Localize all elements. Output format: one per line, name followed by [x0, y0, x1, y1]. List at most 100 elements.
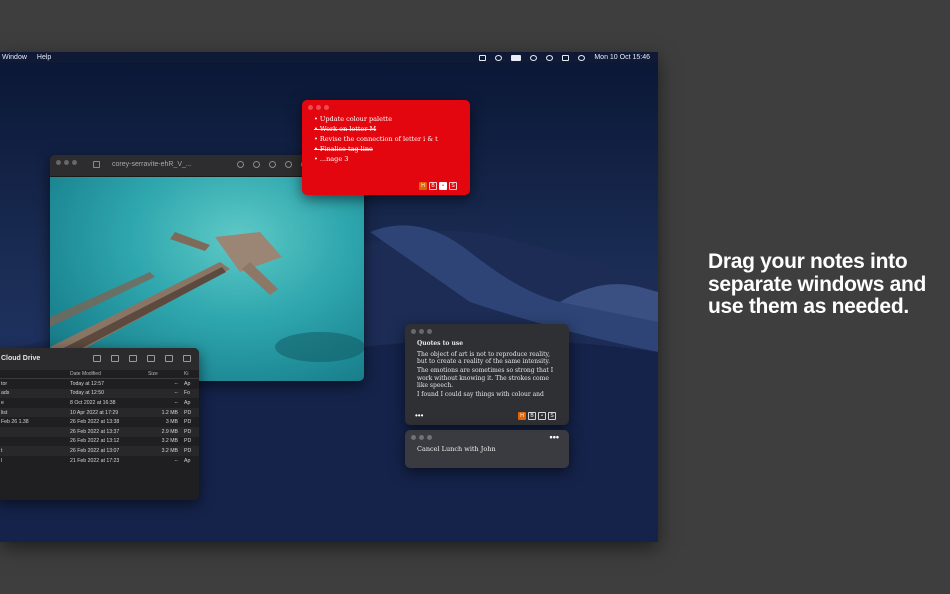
file-row[interactable]: t 26 Feb 2022 at 13:07 3.2 MB PD: [0, 446, 199, 456]
col-kind[interactable]: Ki: [184, 371, 198, 377]
col-date[interactable]: Date Modified: [70, 371, 148, 377]
file-date: 26 Feb 2022 at 13:37: [70, 428, 120, 435]
file-name: e: [1, 399, 4, 406]
tag-icon[interactable]: [147, 355, 155, 362]
finder-toolbar[interactable]: Cloud Drive: [0, 348, 199, 370]
file-row[interactable]: ads Today at 12:50 -- Fo: [0, 388, 199, 399]
note-body[interactable]: Quotes to use The object of art is not t…: [417, 340, 561, 400]
file-row[interactable]: l 21 Feb 2022 at 17:23 -- Ap: [0, 456, 199, 466]
todo-item[interactable]: Work on letter M: [314, 124, 438, 134]
more-icon[interactable]: [165, 355, 173, 362]
minimize-button[interactable]: [419, 435, 424, 440]
file-kind: Ap: [184, 380, 191, 387]
zoom-button[interactable]: [427, 329, 432, 334]
file-name: Feb 26 1.38: [1, 419, 29, 426]
heading-button[interactable]: H: [518, 412, 526, 420]
file-name: tor: [1, 380, 8, 387]
menu-help[interactable]: Help: [37, 54, 51, 61]
more-options-icon[interactable]: •••: [415, 411, 423, 420]
zoom-button[interactable]: [72, 160, 77, 165]
preview-title: corey-serravite-ehR_V_...: [112, 161, 192, 168]
sidebar-toggle-icon[interactable]: [93, 161, 100, 168]
file-list: tor Today at 12:57 -- Ap ads Today at 12:50 --…: [0, 379, 199, 465]
info-icon[interactable]: [237, 161, 244, 168]
file-kind: PD: [184, 409, 192, 416]
note-text[interactable]: Cancel Lunch with John: [417, 445, 496, 453]
todo-item[interactable]: Update colour palette: [314, 114, 438, 124]
strikethrough-button[interactable]: S: [449, 182, 457, 190]
column-header: Date Modified Size Ki: [0, 370, 199, 379]
quote-paragraph: I found I could say things with colour a…: [417, 391, 544, 398]
file-kind: PD: [184, 447, 192, 454]
red-sticky-note[interactable]: Update colour palette Work on letter M R…: [302, 100, 470, 195]
file-row[interactable]: tor Today at 12:57 -- Ap: [0, 379, 199, 389]
siri-icon[interactable]: [578, 54, 586, 61]
quotes-sticky-note[interactable]: Quotes to use The object of art is not t…: [405, 324, 569, 425]
file-date: 8 Oct 2022 at 16:38: [70, 399, 116, 406]
marketing-caption: Drag your notes into separate windows an…: [708, 250, 927, 318]
close-button[interactable]: [411, 435, 416, 440]
list-view-icon[interactable]: [93, 355, 101, 362]
lunch-sticky-note[interactable]: ••• Cancel Lunch with John: [405, 430, 569, 468]
file-row[interactable]: list 10 Apr 2022 at 17:29 1.2 MB PD: [0, 407, 199, 418]
share-icon[interactable]: [129, 355, 137, 362]
file-size: --: [174, 390, 178, 397]
bullet-button[interactable]: •: [538, 412, 546, 420]
more-options-icon[interactable]: •••: [550, 432, 559, 442]
format-toolbar: H B • S: [419, 182, 457, 190]
note-icon[interactable]: [479, 54, 487, 61]
close-button[interactable]: [411, 329, 416, 334]
battery-icon[interactable]: [511, 54, 522, 61]
wifi-icon[interactable]: [530, 54, 538, 61]
todo-item[interactable]: ...nage 3: [314, 154, 438, 164]
control-center-icon[interactable]: [562, 54, 570, 61]
zoom-in-icon[interactable]: [269, 161, 276, 168]
minimize-button[interactable]: [64, 160, 69, 165]
file-name: list: [1, 409, 8, 416]
file-row[interactable]: 26 Feb 2022 at 13:12 3.2 MB PD: [0, 437, 199, 447]
close-button[interactable]: [56, 160, 61, 165]
finder-window[interactable]: Cloud Drive Date Modified Size Ki tor Tod…: [0, 348, 199, 500]
col-size[interactable]: Size: [148, 371, 184, 377]
user-icon[interactable]: [495, 54, 503, 61]
share-icon[interactable]: [285, 161, 292, 168]
file-kind: PD: [184, 438, 192, 445]
file-size: 3 MB: [165, 419, 178, 426]
grid-view-icon[interactable]: [111, 355, 119, 362]
strikethrough-button[interactable]: S: [548, 412, 556, 420]
file-row[interactable]: Feb 26 1.38 26 Feb 2022 at 13:38 3 MB PD: [0, 417, 199, 427]
bold-button[interactable]: B: [528, 412, 536, 420]
file-date: 26 Feb 2022 at 13:12: [70, 438, 120, 445]
bold-button[interactable]: B: [429, 182, 437, 190]
search-icon[interactable]: [183, 355, 191, 362]
file-row[interactable]: 26 Feb 2022 at 13:37 2.9 MB PD: [0, 426, 199, 437]
quote-paragraph: The object of art is not to reproduce re…: [417, 350, 551, 366]
file-date: 26 Feb 2022 at 13:07: [70, 447, 120, 454]
heading-button[interactable]: H: [419, 182, 427, 190]
file-date: 21 Feb 2022 at 17:23: [70, 457, 120, 464]
menubar-clock[interactable]: Mon 10 Oct 15:46: [594, 54, 650, 61]
file-date: Today at 12:57: [70, 380, 105, 387]
menu-bar: Window Help Mon 10 Oct 15:46: [0, 52, 658, 63]
menu-window[interactable]: Window: [2, 54, 27, 61]
minimize-button[interactable]: [316, 105, 321, 110]
zoom-button[interactable]: [324, 105, 329, 110]
minimize-button[interactable]: [419, 329, 424, 334]
search-icon[interactable]: [546, 54, 554, 61]
bullet-button[interactable]: •: [439, 182, 447, 190]
file-row[interactable]: e 8 Oct 2022 at 16:38 -- Ap: [0, 398, 199, 408]
todo-list: Update colour palette Work on letter M R…: [314, 114, 438, 164]
file-size: --: [174, 399, 178, 406]
zoom-out-icon[interactable]: [253, 161, 260, 168]
file-kind: Fo: [184, 390, 191, 397]
todo-item[interactable]: Revise the connection of letter i & t: [314, 134, 438, 144]
file-size: 3.2 MB: [161, 438, 178, 445]
close-button[interactable]: [308, 105, 313, 110]
note-heading: Quotes to use: [417, 340, 464, 347]
file-size: 1.2 MB: [161, 409, 178, 416]
file-name: t: [1, 447, 3, 454]
todo-item[interactable]: Finalise tag line: [314, 144, 438, 154]
file-size: --: [174, 380, 178, 387]
zoom-button[interactable]: [427, 435, 432, 440]
quote-paragraph: The emotions are sometimes so strong tha…: [417, 367, 554, 389]
